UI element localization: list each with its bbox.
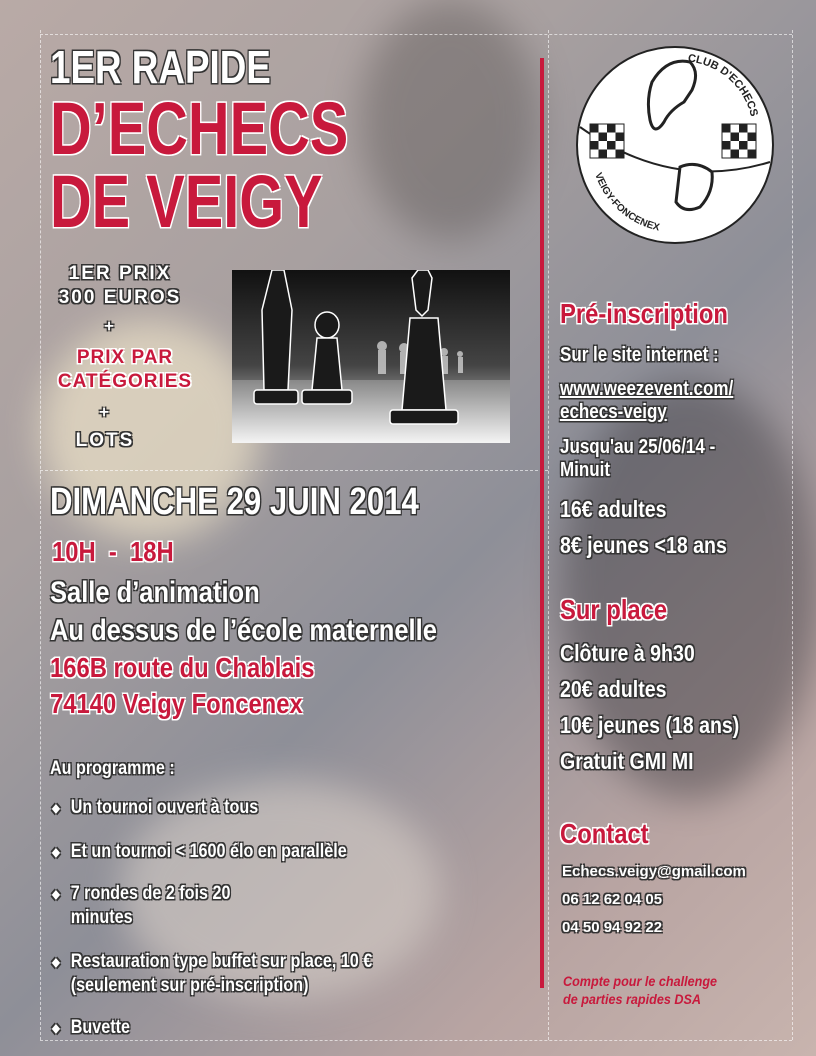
programme-item-text-2: minutes (70, 907, 133, 928)
preinscription-price-youth: 8€ jeunes <18 ans (560, 532, 727, 558)
diamond-bullet-icon: ◆ (52, 845, 60, 859)
club-logo: CLUB D'ECHECS VEIGY-FONCENEX (576, 46, 774, 244)
contact-phone-1[interactable]: 06 12 62 04 05 (562, 891, 662, 908)
onsite-price-youth: 10€ jeunes (18 ans) (560, 712, 740, 738)
programme-item-text: 7 rondes de 2 fois 20 (70, 883, 231, 904)
background-blur-dark-top (360, 0, 540, 240)
challenge-note-line-1: Compte pour le challenge (563, 973, 718, 989)
venue-detail: Au dessus de l’école maternelle (50, 614, 437, 647)
title-line-2: D’ECHECS (50, 87, 349, 170)
programme-item-text-2: (seulement sur pré-inscription) (70, 975, 309, 996)
preinscription-deadline: Jusqu'au 25/06/14 - (560, 436, 716, 458)
challenge-note-line-2: de parties rapides DSA (563, 991, 701, 1007)
title-line-3: DE VEIGY (50, 160, 323, 243)
first-prize: 1ER PRIX 300 EUROS (40, 262, 200, 310)
programme-title: Au programme : (50, 758, 175, 779)
programme-item: ◆ Restauration type buffet sur place, 10 … (52, 950, 443, 998)
programme-item: ◆ 7 rondes de 2 fois 20 minutes (52, 882, 443, 930)
first-prize-line-2: 300 EUROS (58, 287, 182, 308)
event-date: DIMANCHE 29 JUIN 2014 (50, 481, 419, 523)
dashed-divider-left (40, 30, 41, 1040)
venue-name: Salle d’animation (50, 576, 260, 609)
dashed-divider-middle (548, 30, 549, 1040)
chessboard-icon-left (589, 123, 625, 159)
onsite-title: Sur place (560, 594, 668, 625)
programme-item-text: Buvette (70, 1017, 130, 1038)
programme-item: ◆ Buvette (52, 1016, 443, 1040)
red-vertical-bar (540, 58, 544, 988)
lots-prize: LOTS (75, 430, 135, 451)
category-prize-line-1: PRIX PAR (76, 347, 174, 368)
diamond-bullet-icon: ◆ (52, 801, 60, 815)
challenge-note: Compte pour le challenge de parties rapi… (563, 972, 717, 1008)
programme-item-text: Restauration type buffet sur place, 10 € (70, 951, 373, 972)
dashed-divider-bottom (40, 1040, 792, 1041)
preinscription-deadline-2: Minuit (560, 459, 611, 481)
diamond-bullet-icon: ◆ (52, 955, 60, 969)
chessboard-icon-right (721, 123, 757, 159)
preinscription-title: Pré-inscription (560, 298, 728, 329)
chess-pieces-photo (232, 270, 510, 443)
first-prize-line-1: 1ER PRIX (68, 263, 172, 284)
onsite-free: Gratuit GMI MI (560, 748, 694, 774)
programme-item: ◆ Et un tournoi < 1600 élo en parallèle (52, 840, 443, 864)
plus-sign: + (104, 318, 116, 335)
title-line-1: 1ER RAPIDE (50, 41, 271, 93)
programme-item: ◆ Un tournoi ouvert à tous (52, 796, 443, 820)
plus-sign: + (99, 404, 111, 421)
preinscription-url[interactable]: www.weezevent.com/ (560, 378, 733, 401)
contact-email[interactable]: Echecs.veigy@gmail.com (562, 863, 746, 880)
category-prize-line-2: CATÉGORIES (57, 371, 193, 392)
address-street: 166B route du Chablais (50, 652, 315, 683)
onsite-price-adults: 20€ adultes (560, 676, 667, 702)
contact-title: Contact (560, 818, 649, 849)
programme-item-text: Un tournoi ouvert à tous (70, 797, 259, 818)
diamond-bullet-icon: ◆ (52, 1021, 60, 1035)
diamond-bullet-icon: ◆ (52, 887, 60, 901)
onsite-closing: Clôture à 9h30 (560, 640, 695, 666)
programme-item-text: Et un tournoi < 1600 élo en parallèle (70, 841, 347, 862)
dashed-divider-top (40, 34, 792, 35)
dashed-divider-mid (40, 470, 548, 471)
event-hours: 10H - 18H (52, 536, 174, 567)
dashed-divider-right (792, 30, 793, 1040)
address-city: 74140 Veigy Foncenex (50, 688, 303, 719)
preinscription-url-2[interactable]: echecs-veigy (560, 401, 667, 424)
preinscription-price-adults: 16€ adultes (560, 496, 667, 522)
preinscription-website-label: Sur le site internet : (560, 344, 719, 366)
category-prize: PRIX PAR CATÉGORIES (40, 346, 210, 394)
contact-phone-2[interactable]: 04 50 94 92 22 (562, 919, 662, 936)
